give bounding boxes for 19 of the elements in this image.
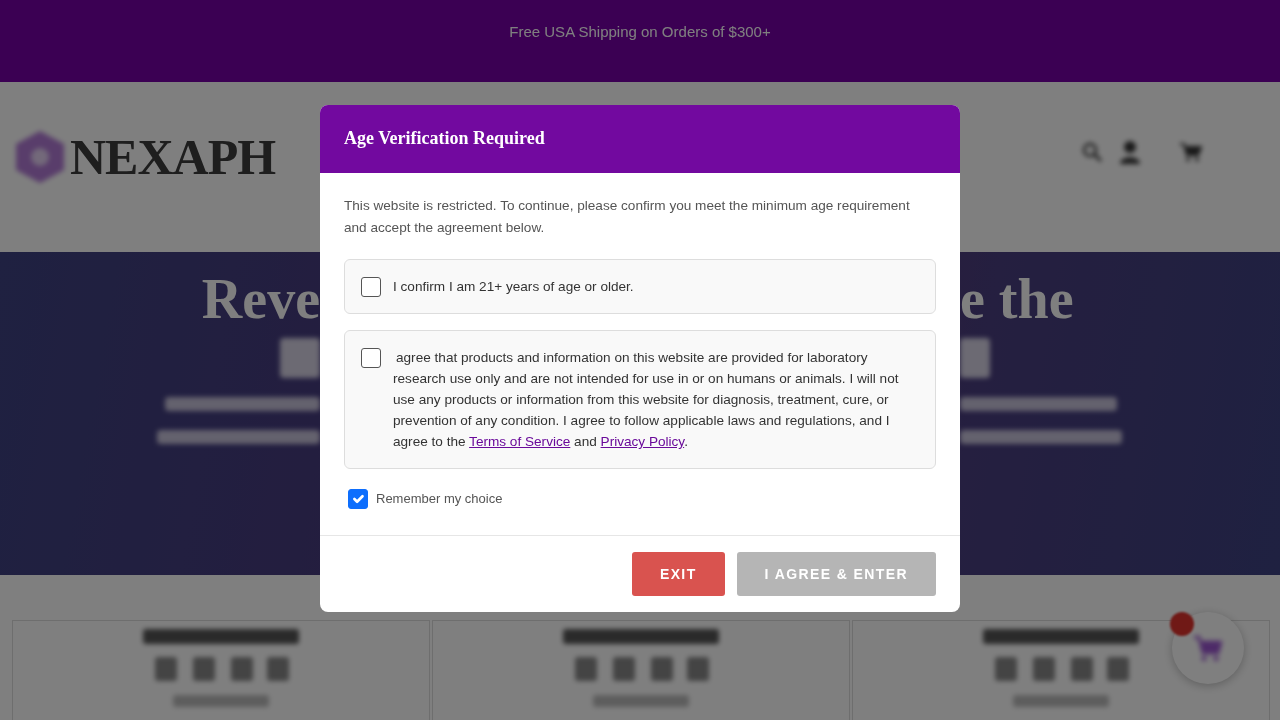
policy-link[interactable]: Terms of Service	[469, 434, 571, 449]
logo-text: NEXAPH	[70, 128, 276, 186]
hexagon-logo-icon	[14, 130, 66, 184]
consent-text: agree that products and information on this website are provided for laboratory research use only and are not intended for use in or on humans or animals. I will not use any products or information from this website for diagnosis, treatment, cure, or prevention of any condition. I agree to follow applicable laws and regulations, and I agree to the Terms of Service and Privacy Policy.	[393, 349, 900, 451]
intro-text: This website is restricted. To continue, please confirm you meet the minimum age requirement and accept the agreement below.	[344, 197, 911, 237]
cart-icon	[1193, 634, 1223, 662]
dialog-title: Age Verification Required	[344, 128, 545, 150]
hero-heading-fragment: e the	[960, 267, 1074, 332]
exit-button[interactable]: EXIT	[631, 552, 725, 596]
consent-checkbox[interactable]	[361, 277, 381, 297]
cart-icon[interactable]	[1180, 142, 1202, 162]
user-icon[interactable]	[1120, 140, 1140, 164]
remember-label: Remember my choice	[376, 490, 503, 509]
consent-text: I confirm I am 21+ years of age or older.	[393, 278, 634, 296]
consent-checkbox[interactable]	[361, 348, 381, 368]
remember-checkbox[interactable]	[348, 489, 368, 509]
notification-dot-icon	[1170, 612, 1194, 636]
announcement-text: Free USA Shipping on Orders of $300+	[509, 21, 771, 42]
hero-heading-fragment: Reve	[201, 267, 320, 332]
